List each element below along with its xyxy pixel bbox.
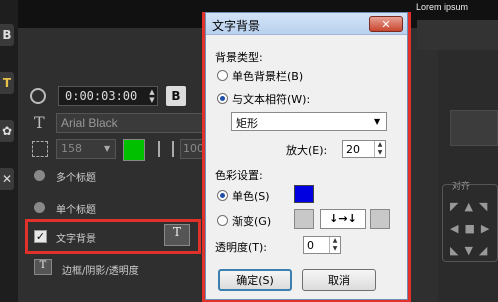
chevron-down-icon: ▼: [374, 117, 381, 126]
timecode-spinner[interactable]: ▲ ▼: [146, 86, 158, 106]
chevron-down-icon: ▼: [104, 144, 111, 153]
spinner-arrows-icon[interactable]: ▲ ▼: [329, 237, 340, 253]
solid-color-radio[interactable]: [217, 190, 228, 201]
spinner-arrows-icon[interactable]: ▲ ▼: [374, 141, 385, 157]
text-background-settings-icon[interactable]: T: [164, 224, 190, 246]
single-title-label: 单个标题: [56, 205, 96, 216]
solid-color-label: 单色(S): [232, 190, 270, 203]
border-shadow-label[interactable]: 边框/阴影/透明度: [62, 262, 139, 277]
dialog-title: 文字背景: [212, 19, 261, 33]
shape-value: 矩形: [236, 117, 258, 130]
bold-button[interactable]: B: [166, 86, 186, 106]
transparency-label: 透明度(T):: [215, 241, 268, 254]
title-tool-button[interactable]: T: [0, 72, 14, 94]
solid-color-swatch[interactable]: [294, 185, 314, 203]
right-tool-button[interactable]: [450, 110, 498, 146]
gradient-start-swatch[interactable]: [294, 209, 314, 229]
gradient-direction-icon[interactable]: ↓→↓: [320, 209, 366, 229]
font-color-swatch[interactable]: [123, 139, 145, 161]
color-settings-label: 色彩设置:: [215, 169, 263, 182]
align-arrows-icon[interactable]: ◤▲◥ ◀■▶ ◣▼◢: [450, 196, 495, 262]
text-background-checkbox[interactable]: ✓: [34, 230, 47, 243]
enlarge-value: 20: [346, 143, 360, 156]
gradient-end-swatch[interactable]: [370, 209, 390, 229]
bold-tab-button[interactable]: B: [0, 24, 14, 46]
enlarge-label: 放大(E):: [286, 144, 328, 157]
line-spacing-icon: [158, 141, 174, 157]
font-size-icon: [32, 141, 48, 157]
gradient-radio[interactable]: [217, 215, 228, 226]
multi-title-label: 多个标题: [56, 173, 96, 184]
font-icon: T: [34, 113, 45, 132]
bg-type-label: 背景类型:: [215, 51, 263, 64]
enlarge-stepper[interactable]: 20 ▲ ▼: [342, 140, 386, 158]
ok-button[interactable]: 确定(S): [218, 269, 292, 291]
gradient-label: 渐变(G): [232, 215, 272, 228]
cancel-button[interactable]: 取消: [302, 269, 376, 291]
preview-overlay-text: Lorem ipsum: [416, 2, 469, 12]
fit-text-radio[interactable]: [217, 93, 228, 104]
text-background-label: 文字背景: [56, 234, 96, 245]
close-button[interactable]: ✕: [369, 16, 403, 32]
single-bar-label: 单色背景栏(B): [232, 70, 304, 83]
right-preview-box: [417, 20, 498, 50]
shape-select[interactable]: 矩形: [231, 112, 387, 131]
effect-tool-button[interactable]: ✿: [0, 120, 14, 142]
transparency-value: 0: [307, 239, 314, 252]
single-title-radio[interactable]: [34, 202, 45, 213]
clock-icon: [30, 88, 46, 104]
close-tool-button[interactable]: ✕: [0, 168, 14, 190]
multi-title-radio[interactable]: [34, 170, 45, 181]
text-background-dialog: 文字背景 ✕ 背景类型: 单色背景栏(B) 与文本相符(W): 矩形 ▼ 放大(…: [205, 12, 408, 300]
border-shadow-icon[interactable]: T: [34, 259, 52, 275]
fit-text-label: 与文本相符(W):: [232, 93, 311, 106]
duration-timecode-field[interactable]: 0:00:03:00: [58, 86, 158, 106]
transparency-stepper[interactable]: 0 ▲ ▼: [303, 236, 341, 254]
font-family-select[interactable]: Arial Black: [56, 113, 206, 133]
single-bar-radio[interactable]: [217, 70, 228, 81]
